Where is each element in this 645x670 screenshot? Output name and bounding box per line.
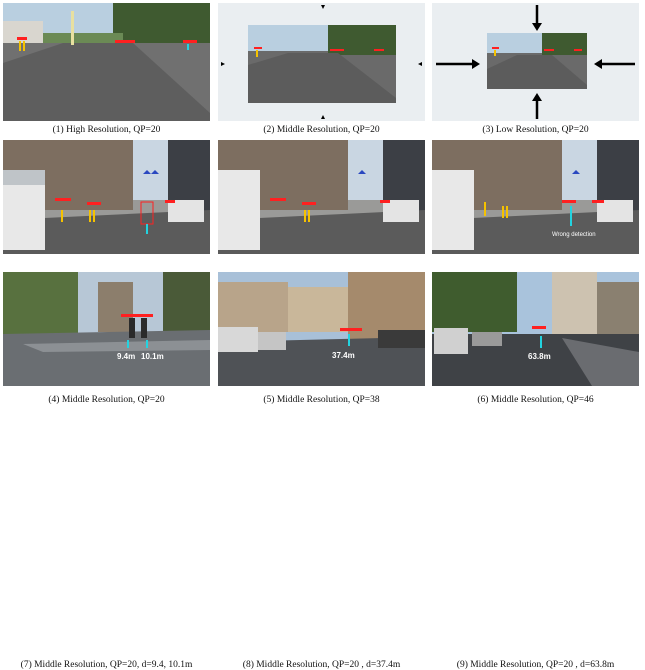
panel-5-caption: (5) Middle Resolution, QP=38 — [263, 395, 380, 405]
panel-5-image — [218, 140, 425, 254]
panel-2-caption: (2) Middle Resolution, QP=20 — [263, 125, 380, 135]
distance-label: 63.8m — [528, 352, 551, 361]
person-marker — [19, 41, 21, 51]
panel-1-image — [3, 3, 210, 121]
panel-3-caption: (3) Low Resolution, QP=20 — [482, 125, 589, 135]
panel-7-caption: (7) Middle Resolution, QP=20, d=9.4, 10.… — [20, 660, 193, 670]
distance-label: 37.4m — [332, 351, 355, 360]
person-marker — [23, 41, 25, 51]
panel-6-image: Wrong detection — [432, 140, 639, 254]
panel-2-image — [218, 3, 425, 121]
panel-4-image — [3, 140, 210, 254]
panel-9-caption: (9) Middle Resolution, QP=20 , d=63.8m — [456, 660, 615, 670]
wrong-detection-label: Wrong detection — [552, 232, 596, 238]
panel-6-caption: (6) Middle Resolution, QP=46 — [477, 395, 594, 405]
detection-box — [17, 37, 27, 40]
panel-1-caption: (1) High Resolution, QP=20 — [52, 125, 161, 135]
panel-8-image: 37.4m — [218, 272, 425, 386]
panel-7-image: 9.4m 10.1m — [3, 272, 210, 386]
panel-8-caption: (8) Middle Resolution, QP=20 , d=37.4m — [242, 660, 401, 670]
distance-label: 10.1m — [141, 352, 164, 361]
panel-4-caption: (4) Middle Resolution, QP=20 — [48, 395, 165, 405]
detection-box — [183, 40, 197, 43]
distance-label: 9.4m — [117, 352, 136, 361]
detection-box — [115, 40, 135, 43]
panel-9-image: 63.8m — [432, 272, 639, 386]
panel-3-image — [432, 3, 639, 121]
